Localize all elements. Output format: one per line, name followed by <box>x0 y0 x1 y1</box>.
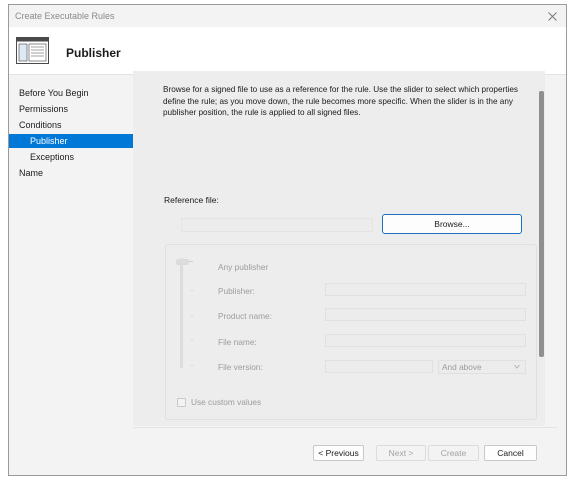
window-title: Create Executable Rules <box>15 11 115 21</box>
content-scrollbar[interactable] <box>539 91 544 357</box>
sidebar-item-name[interactable]: Name <box>9 166 141 180</box>
use-custom-values-checkbox <box>177 398 186 407</box>
sidebar-item-permissions[interactable]: Permissions <box>9 102 141 116</box>
previous-button[interactable]: < Previous <box>313 445 364 461</box>
reference-file-field <box>181 218 373 232</box>
product-name-field <box>325 308 526 321</box>
close-icon <box>547 11 557 21</box>
close-button[interactable] <box>538 5 566 27</box>
product-name-field-label: Product name: <box>218 311 272 321</box>
any-publisher-label: Any publisher <box>218 262 269 272</box>
cancel-button[interactable]: Cancel <box>484 445 537 461</box>
slider-tick <box>191 290 193 291</box>
sidebar-item-exceptions[interactable]: Exceptions <box>9 150 141 164</box>
slider-tick <box>189 261 193 262</box>
specificity-slider-track <box>180 258 183 368</box>
file-version-field <box>325 360 433 373</box>
chevron-down-icon <box>514 364 520 369</box>
header-banner: Publisher <box>9 27 566 75</box>
slider-tick <box>191 340 193 341</box>
file-name-field-label: File name: <box>218 337 257 347</box>
create-button: Create <box>428 445 479 461</box>
page-title: Publisher <box>66 46 121 60</box>
version-comparison-value: And above <box>442 362 482 372</box>
version-comparison-dropdown: And above <box>438 360 526 374</box>
file-version-field-label: File version: <box>218 362 263 372</box>
rule-window-icon <box>16 37 49 64</box>
next-button: Next > <box>376 445 426 461</box>
browse-button[interactable]: Browse... <box>382 214 522 234</box>
specificity-slider-thumb <box>176 259 189 265</box>
sidebar-item-before-you-begin[interactable]: Before You Begin <box>9 86 141 100</box>
wizard-sidebar: Before You Begin Permissions Conditions … <box>9 76 141 475</box>
publisher-field <box>325 283 526 296</box>
reference-file-label: Reference file: <box>164 195 219 205</box>
title-bar: Create Executable Rules <box>9 5 566 27</box>
description-text: Browse for a signed file to use as a ref… <box>163 85 518 117</box>
publisher-field-label: Publisher: <box>218 286 255 296</box>
sidebar-item-conditions[interactable]: Conditions <box>9 118 141 132</box>
slider-tick <box>191 315 193 316</box>
slider-tick <box>191 365 193 366</box>
sidebar-item-publisher[interactable]: Publisher <box>9 134 141 148</box>
file-name-field <box>325 334 526 347</box>
use-custom-values-label: Use custom values <box>191 397 262 407</box>
